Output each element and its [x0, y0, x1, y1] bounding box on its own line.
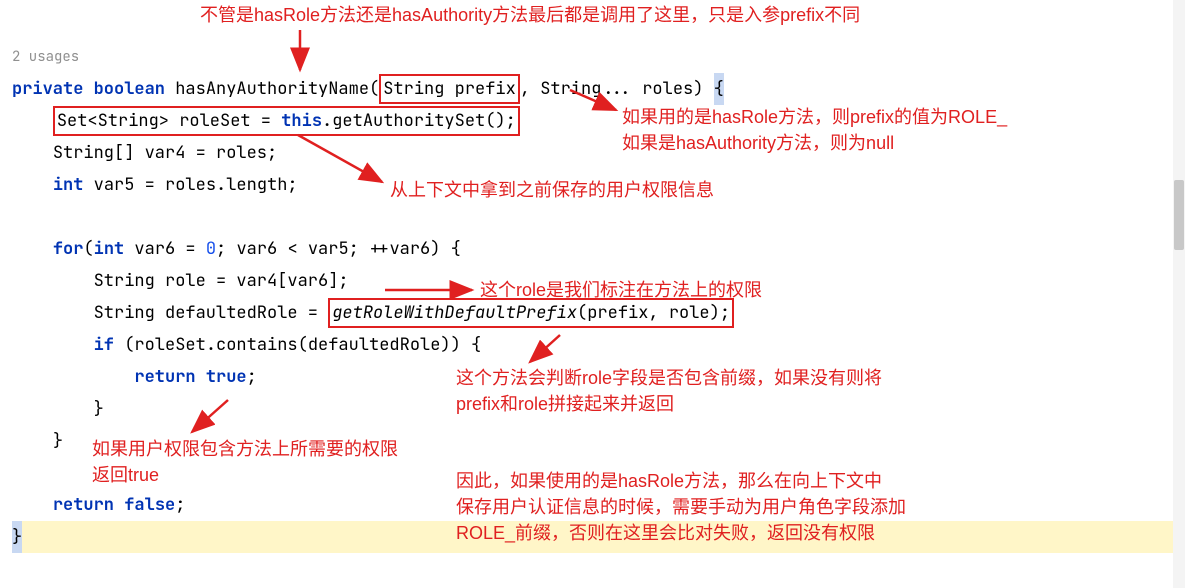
- annot-left1: 如果用户权限包含方法上所需要的权限返回true: [92, 436, 492, 488]
- kw-false: false: [124, 494, 175, 516]
- scrollbar-track[interactable]: [1173, 0, 1185, 588]
- annot-mid1: 从上下文中拿到之前保存的用户权限信息: [390, 177, 714, 203]
- roleset-box: Set<String> roleSet = this.getAuthorityS…: [53, 106, 520, 136]
- kw-int: int: [53, 174, 84, 196]
- annot-top: 不管是hasRole方法还是hasAuthority方法最后都是调用了这里，只是…: [200, 2, 860, 28]
- code-line-10: }: [12, 398, 104, 420]
- annot-right2: 这个方法会判断role字段是否包含前缀，如果没有则将prefix和role拼接起…: [456, 365, 1076, 417]
- kw-return1: return: [134, 366, 195, 388]
- code-line-2: Set<String> roleSet = this.getAuthorityS…: [12, 110, 520, 132]
- open-brace-hl: {: [714, 73, 724, 105]
- code-line-11: }: [12, 430, 63, 452]
- method-call-italic: getRoleWithDefaultPrefix: [332, 302, 577, 324]
- close-brace-hl: }: [12, 521, 22, 553]
- kw-int2: int: [94, 238, 125, 260]
- code-line-6: String role = var4[var6];: [12, 270, 349, 292]
- kw-true: true: [206, 366, 247, 388]
- annot-right1: 如果用的是hasRole方法，则prefix的值为ROLE_如果是hasAuth…: [622, 104, 1152, 156]
- annot-mid2: 这个role是我们标注在方法上的权限: [480, 277, 762, 303]
- kw-private: private: [12, 78, 83, 100]
- code-line-12: return false;: [12, 494, 185, 516]
- kw-return2: return: [53, 494, 114, 516]
- code-line-9: return true;: [12, 366, 257, 388]
- code-line-5: for(int var6 = 0; var6 < var5; ++var6) {: [12, 238, 461, 260]
- kw-if: if: [94, 334, 114, 356]
- code-line-3: String[] var4 = roles;: [12, 142, 277, 164]
- code-line-8: if (roleSet.contains(defaultedRole)) {: [12, 334, 481, 356]
- kw-boolean: boolean: [94, 78, 165, 100]
- code-line-7: String defaultedRole = getRoleWithDefaul…: [12, 302, 734, 324]
- annot-right3: 因此，如果使用的是hasRole方法，那么在向上下文中保存用户认证信息的时候，需…: [456, 468, 1096, 546]
- usages-hint: 2 usages: [12, 48, 79, 66]
- kw-this: this: [281, 110, 322, 132]
- param-prefix-box: String prefix: [379, 74, 520, 104]
- code-line-4: int var5 = roles.length;: [12, 174, 298, 196]
- kw-for: for: [53, 238, 84, 260]
- code-line-1: private boolean hasAnyAuthorityName(Stri…: [12, 78, 724, 100]
- scrollbar-thumb[interactable]: [1174, 180, 1184, 250]
- num-zero: 0: [206, 238, 216, 260]
